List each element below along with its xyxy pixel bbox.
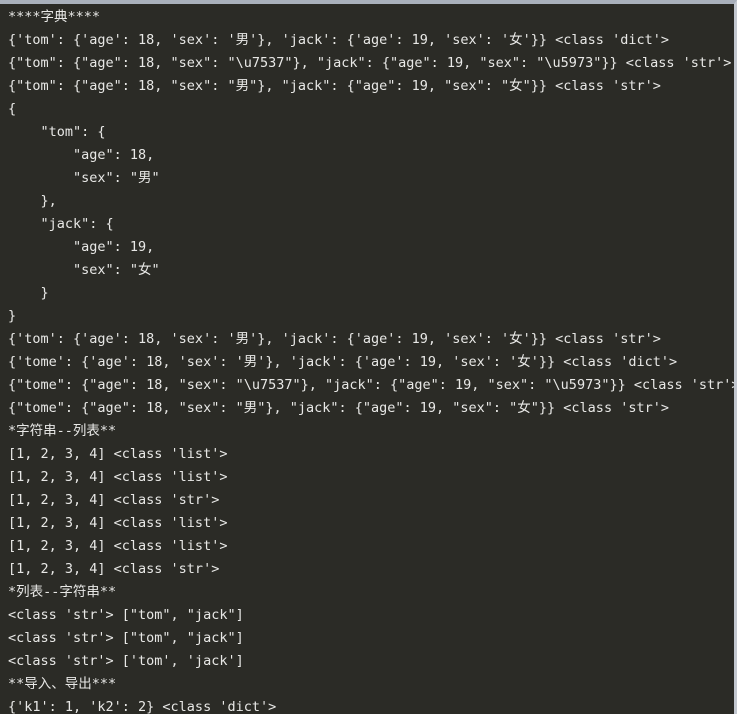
- console-line: ****字典****: [8, 9, 101, 25]
- console-line: <class 'str'> ["tom", "jack"]: [8, 630, 244, 646]
- console-line: {'k1': 1, 'k2': 2} <class 'dict'>: [8, 699, 277, 714]
- console-line: <class 'str'> ["tom", "jack"]: [8, 607, 244, 623]
- console-line: [1, 2, 3, 4] <class 'list'>: [8, 469, 228, 485]
- console-line: "age": 19,: [8, 239, 155, 255]
- console-line: "age": 18,: [8, 147, 155, 163]
- console-line: {'tom': {'age': 18, 'sex': '男'}, 'jack':…: [8, 331, 661, 347]
- console-window: ****字典**** {'tom': {'age': 18, 'sex': '男'…: [0, 0, 737, 714]
- console-line: [1, 2, 3, 4] <class 'list'>: [8, 515, 228, 531]
- console-line: {"tom": {"age": 18, "sex": "男"}, "jack":…: [8, 78, 661, 94]
- console-line: "tom": {: [8, 124, 106, 140]
- console-line: }: [8, 308, 17, 324]
- console-line: [1, 2, 3, 4] <class 'str'>: [8, 561, 220, 577]
- console-line: <class 'str'> ['tom', 'jack']: [8, 653, 244, 669]
- console-line: "jack": {: [8, 216, 114, 232]
- console-line: {"tome": {"age": 18, "sex": "男"}, "jack"…: [8, 400, 669, 416]
- console-output-area[interactable]: ****字典**** {'tom': {'age': 18, 'sex': '男'…: [0, 4, 734, 714]
- console-line: [1, 2, 3, 4] <class 'list'>: [8, 446, 228, 462]
- console-line: *列表--字符串**: [8, 584, 117, 600]
- console-line: "sex": "男": [8, 170, 160, 186]
- console-line: {"tome": {"age": 18, "sex": "\u7537"}, "…: [8, 377, 734, 393]
- console-line: {"tom": {"age": 18, "sex": "\u7537"}, "j…: [8, 55, 732, 71]
- console-line: },: [8, 193, 57, 209]
- console-line: **导入、导出***: [8, 676, 117, 692]
- console-line: }: [8, 285, 49, 301]
- console-line: {: [8, 101, 17, 117]
- console-line: "sex": "女": [8, 262, 160, 278]
- console-line: {'tome': {'age': 18, 'sex': '男'}, 'jack'…: [8, 354, 678, 370]
- console-line: [1, 2, 3, 4] <class 'str'>: [8, 492, 220, 508]
- console-line: {'tom': {'age': 18, 'sex': '男'}, 'jack':…: [8, 32, 669, 48]
- console-line: [1, 2, 3, 4] <class 'list'>: [8, 538, 228, 554]
- console-line: *字符串--列表**: [8, 423, 117, 439]
